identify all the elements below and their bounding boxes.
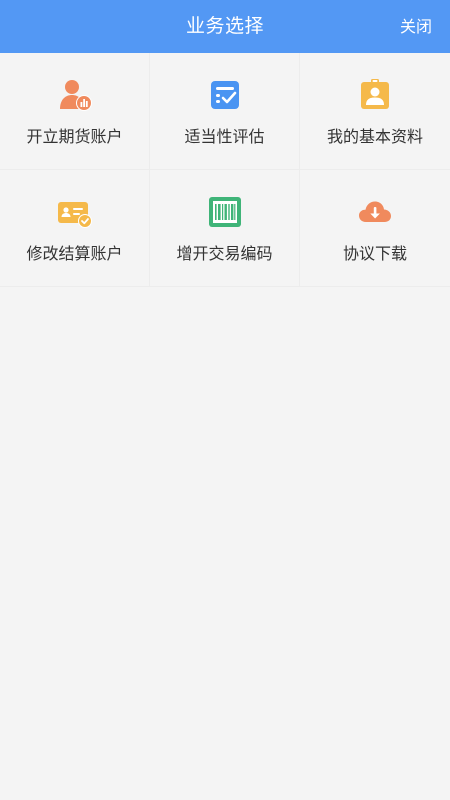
service-label: 我的基本资料 (326, 127, 423, 146)
service-add-trading-code[interactable]: 增开交易编码 (150, 170, 300, 287)
checklist-icon (207, 77, 243, 113)
service-my-basic-info[interactable]: 我的基本资料 (300, 53, 450, 170)
service-label: 适当性评估 (184, 127, 265, 146)
service-modify-settlement-account[interactable]: 修改结算账户 (0, 170, 150, 287)
service-suitability-assessment[interactable]: 适当性评估 (150, 53, 300, 170)
id-badge-icon (357, 77, 393, 113)
barcode-icon (207, 194, 243, 230)
service-grid: 开立期货账户 适当性评估 我的基本资料 修改结算账户 增开交易编码 协议下载 (0, 53, 450, 287)
user-chart-icon (57, 77, 93, 113)
service-label: 修改结算账户 (26, 244, 123, 263)
card-check-icon (57, 194, 93, 230)
page-title: 业务选择 (185, 15, 264, 37)
service-open-futures-account[interactable]: 开立期货账户 (0, 53, 150, 170)
service-label: 协议下载 (342, 244, 407, 263)
header-bar: 业务选择 关闭 (0, 0, 450, 53)
cloud-download-icon (357, 194, 393, 230)
service-agreement-download[interactable]: 协议下载 (300, 170, 450, 287)
service-label: 开立期货账户 (26, 127, 123, 146)
service-label: 增开交易编码 (176, 244, 273, 263)
close-button[interactable]: 关闭 (400, 0, 432, 53)
